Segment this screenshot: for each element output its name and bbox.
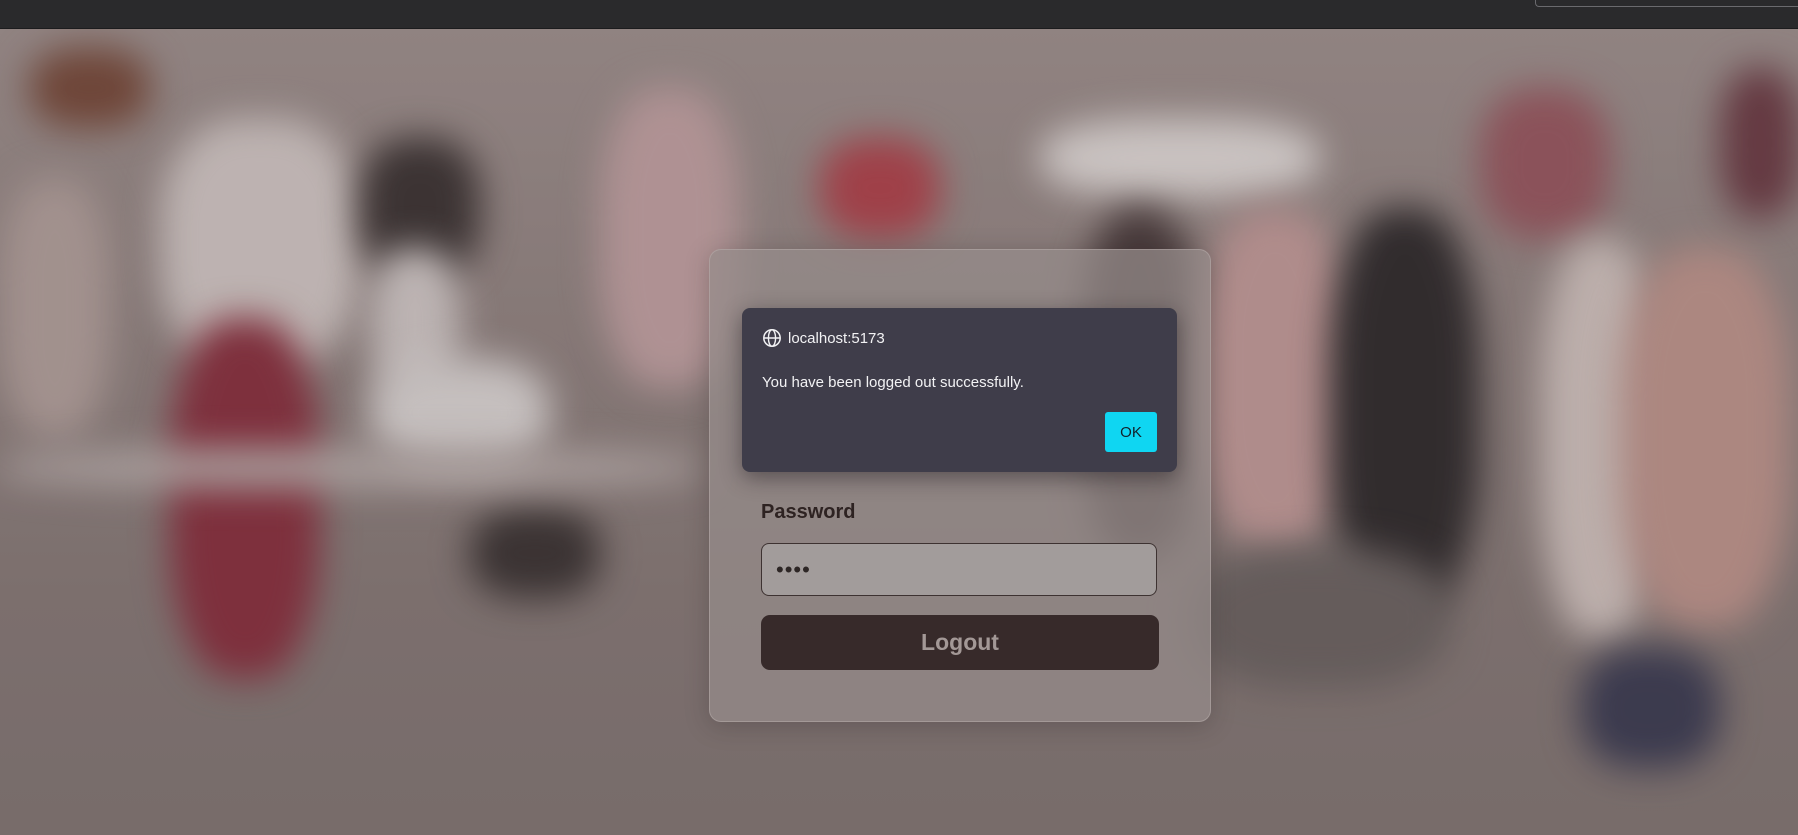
page: Password •••• Logout localhost:5173 You … <box>0 0 1798 835</box>
dialog-origin-text: localhost:5173 <box>788 329 885 347</box>
password-input[interactable]: •••• <box>761 543 1157 596</box>
browser-toolbar <box>0 0 1798 29</box>
logout-button[interactable]: Logout <box>761 615 1159 670</box>
browser-address-field[interactable] <box>1535 0 1798 7</box>
dialog-origin: localhost:5173 <box>762 328 885 348</box>
ok-button[interactable]: OK <box>1105 412 1157 452</box>
password-value: •••• <box>776 556 811 582</box>
dialog-message: You have been logged out successfully. <box>762 374 1024 391</box>
alert-dialog: localhost:5173 You have been logged out … <box>742 308 1177 472</box>
password-label: Password <box>761 501 856 523</box>
globe-icon <box>763 329 781 347</box>
